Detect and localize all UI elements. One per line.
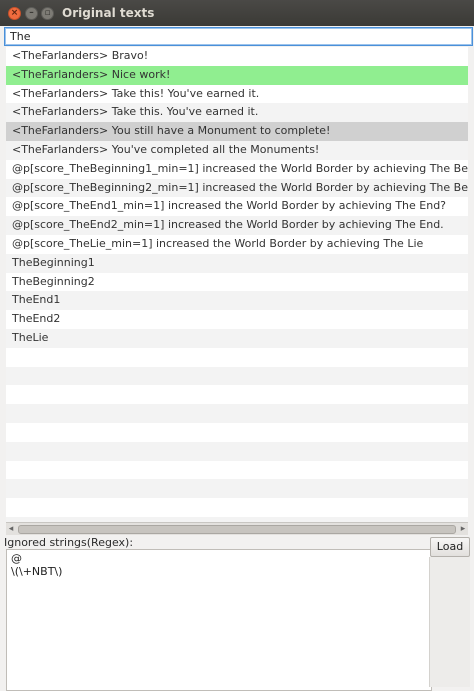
list-item[interactable]: @p[score_TheLie_min=1] increased the Wor… <box>6 235 468 254</box>
list-item[interactable]: TheLie <box>6 328 468 348</box>
list-item[interactable] <box>6 423 468 442</box>
title-bar: × – ▫ Original texts <box>0 0 474 26</box>
list-item[interactable] <box>6 498 468 517</box>
load-button[interactable]: Load <box>430 537 470 557</box>
list-item[interactable]: <TheFarlanders> You've completed all the… <box>6 140 468 160</box>
minimize-icon[interactable]: – <box>25 7 38 20</box>
list-item[interactable]: @p[score_TheBeginning2_min=1] increased … <box>6 178 468 198</box>
list-item[interactable]: <TheFarlanders> Take this. You've earned… <box>6 103 468 123</box>
list-item[interactable]: @p[score_TheEnd1_min=1] increased the Wo… <box>6 197 468 216</box>
list-item[interactable]: TheEnd2 <box>6 310 468 329</box>
list-item[interactable] <box>6 385 468 404</box>
list-item[interactable]: <TheFarlanders> Take this! You've earned… <box>6 85 468 104</box>
scroll-left-icon[interactable]: ◂ <box>6 523 16 535</box>
maximize-icon[interactable]: ▫ <box>41 7 54 20</box>
list-item[interactable]: @p[score_TheEnd2_min=1] increased the Wo… <box>6 216 468 235</box>
window-title: Original texts <box>62 6 155 20</box>
list-item[interactable] <box>6 348 468 367</box>
list-item[interactable]: TheBeginning1 <box>6 253 468 273</box>
search-input[interactable] <box>4 27 473 46</box>
app-window: × – ▫ Original texts <TheFarlanders> Bra… <box>0 0 474 691</box>
close-icon[interactable]: × <box>8 7 21 20</box>
scroll-right-icon[interactable]: ▸ <box>458 523 468 535</box>
list-item[interactable]: TheEnd1 <box>6 291 468 311</box>
horizontal-scrollbar[interactable]: ◂ ▸ <box>6 522 468 535</box>
scrollbar-thumb[interactable] <box>18 525 456 534</box>
list-item[interactable] <box>6 404 468 423</box>
list-item[interactable]: <TheFarlanders> Nice work! <box>6 65 468 85</box>
ignored-strings-textarea[interactable]: @ \(\+NBT\) <box>6 549 432 691</box>
side-panel <box>429 557 470 687</box>
list-item[interactable]: TheBeginning2 <box>6 273 468 292</box>
list-item[interactable] <box>6 479 468 499</box>
strings-list[interactable]: <TheFarlanders> Bravo! <TheFarlanders> Ni… <box>6 47 468 522</box>
list-item[interactable]: <TheFarlanders> Bravo! <box>6 47 468 66</box>
list-item[interactable]: <TheFarlanders> You still have a Monumen… <box>6 122 468 141</box>
list-item[interactable] <box>6 441 468 461</box>
list-item[interactable] <box>6 461 468 480</box>
list-item[interactable]: @p[score_TheBeginning1_min=1] increased … <box>6 160 468 179</box>
list-item[interactable] <box>6 366 468 386</box>
ignored-strings-label: Ignored strings(Regex): <box>4 536 134 549</box>
